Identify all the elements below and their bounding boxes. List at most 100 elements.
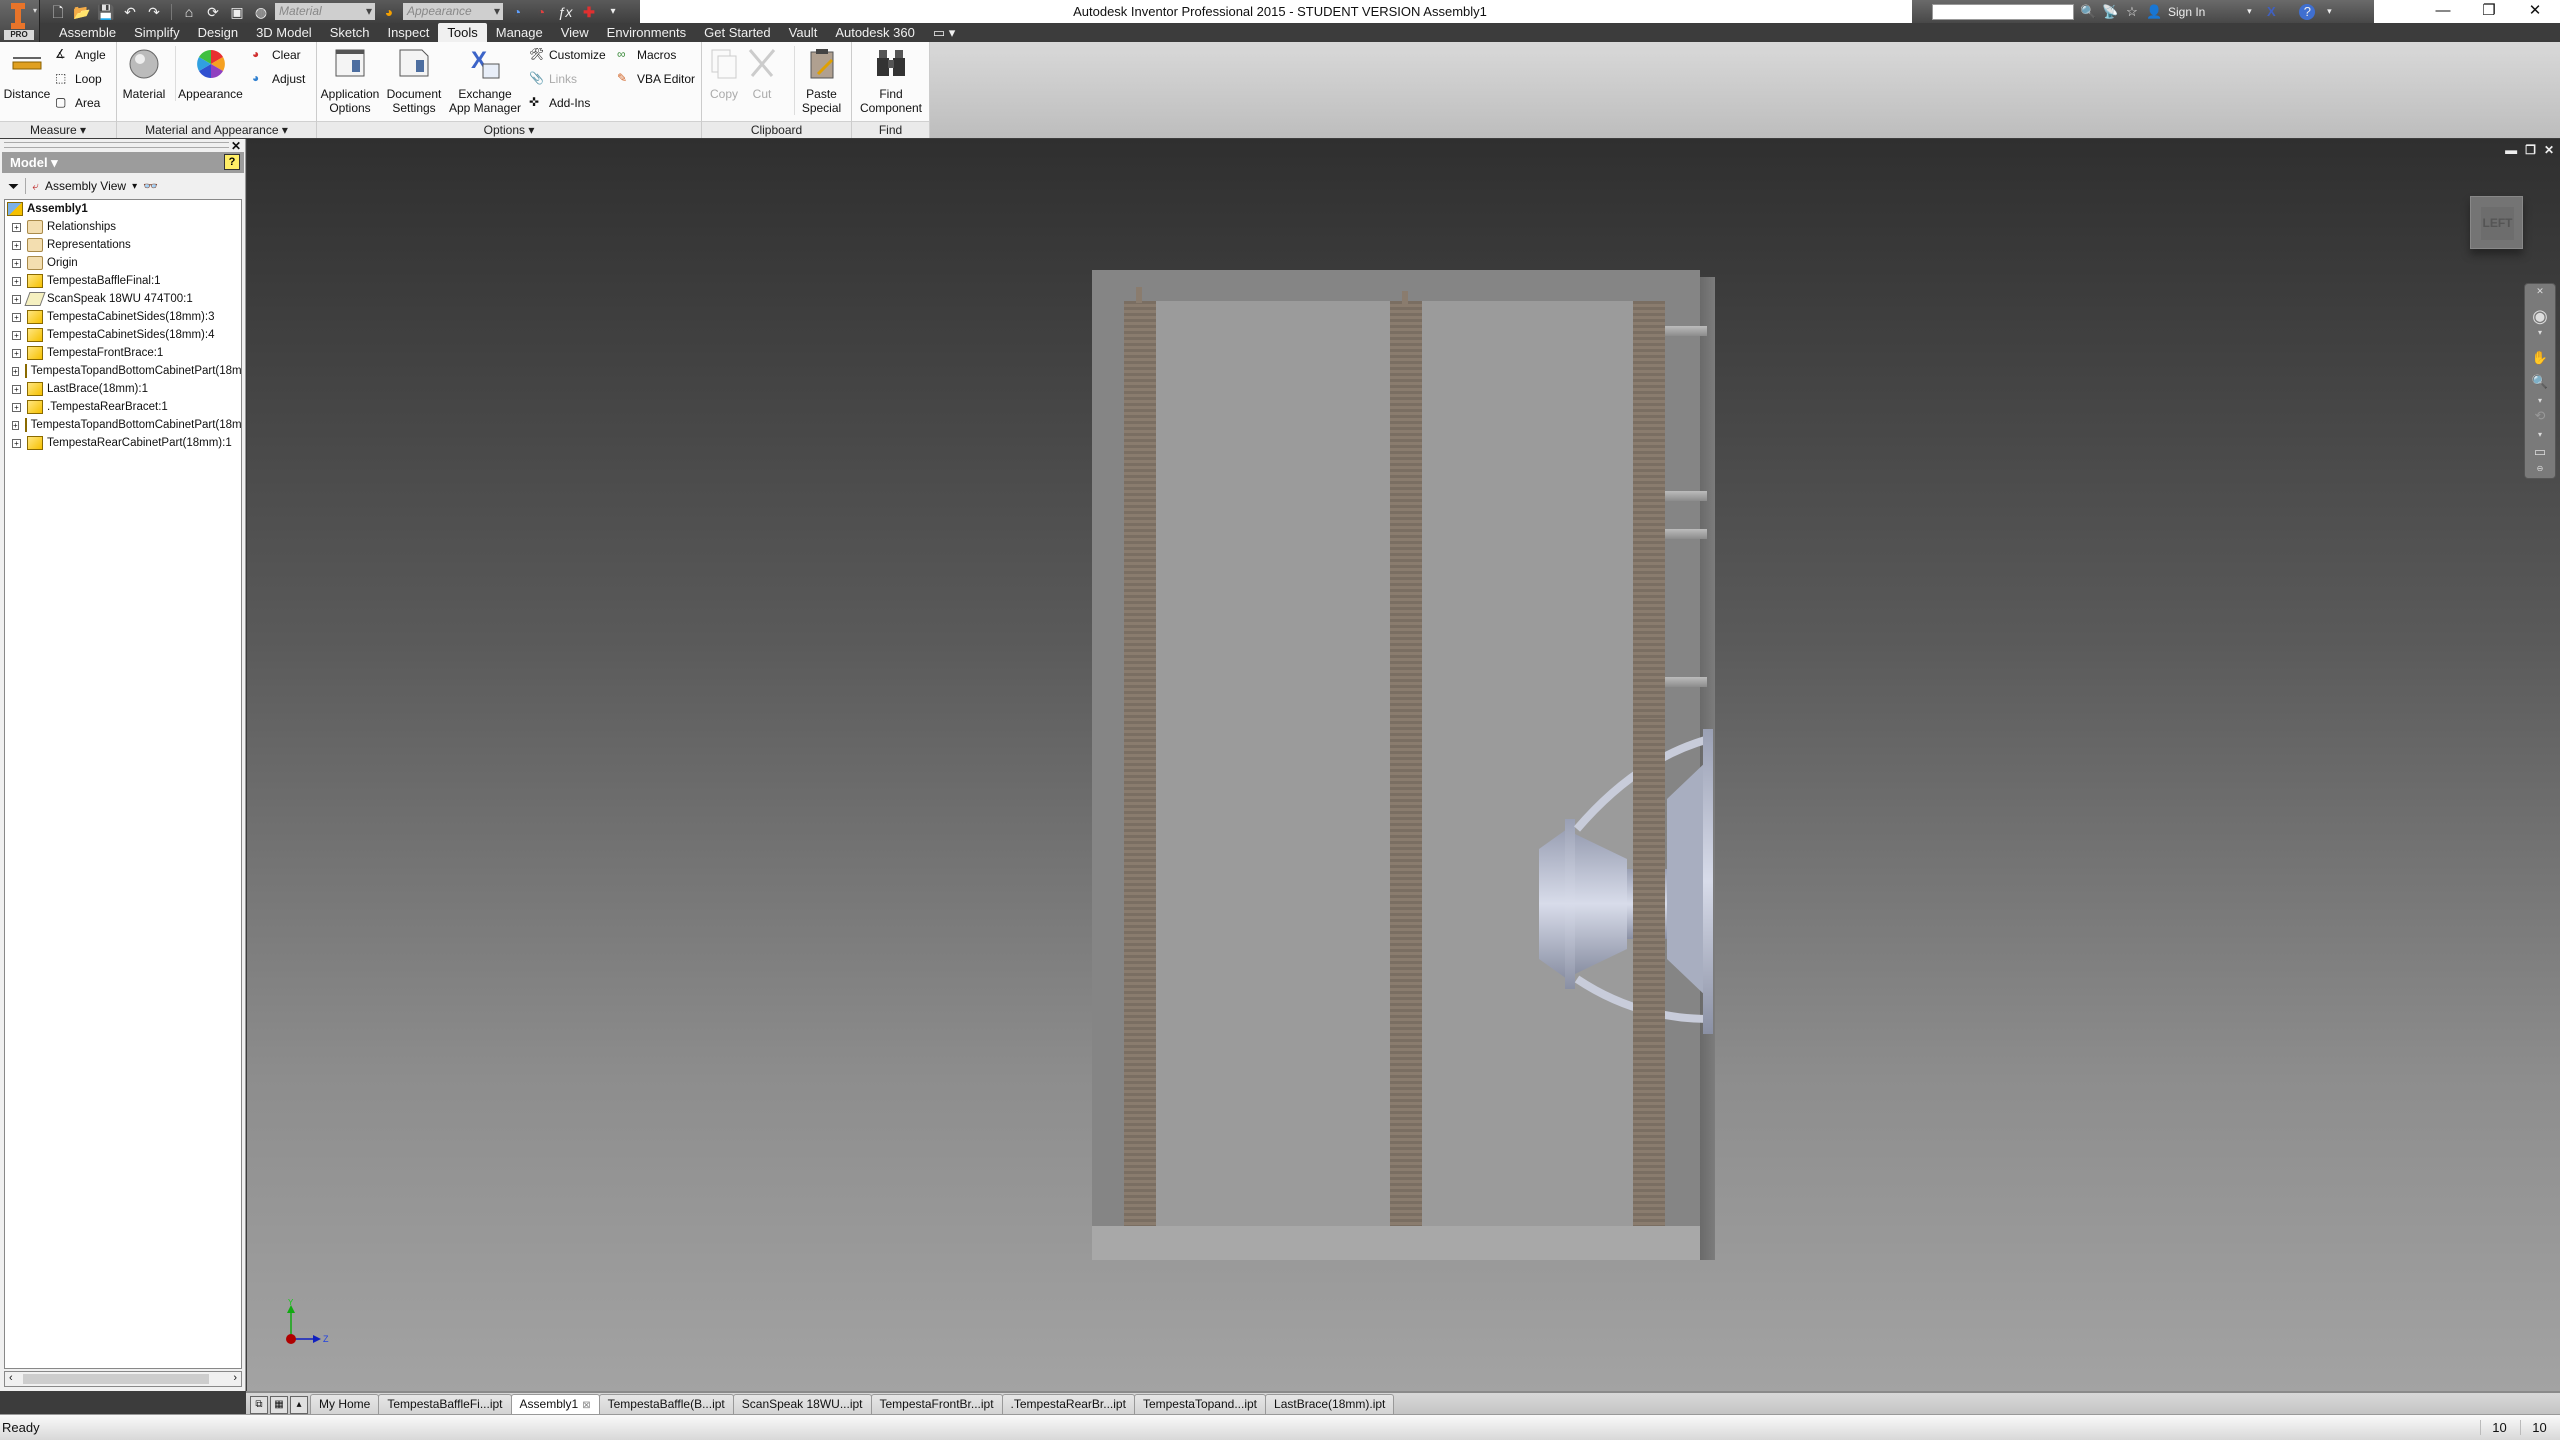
close-tab-icon[interactable]: ⊠ <box>582 1400 590 1411</box>
appearance-combo[interactable]: Appearance <box>403 3 503 20</box>
material-button[interactable]: Material <box>121 46 167 101</box>
minimize-button[interactable]: — <box>2420 0 2466 23</box>
expand-icon[interactable]: + <box>12 294 21 304</box>
adjust-appearance-icon[interactable]: ◔ <box>507 3 527 21</box>
expand-icon[interactable]: + <box>12 438 21 448</box>
ribbon-display-toggle[interactable]: ▭ ▾ <box>924 23 964 42</box>
customize-button[interactable]: 🛠 Customize <box>529 45 606 65</box>
restore-button[interactable]: ❐ <box>2466 0 2512 23</box>
tree-node[interactable]: + TempestaRearCabinetPart(18mm):1 <box>5 434 241 452</box>
tree-node[interactable]: + Relationships <box>5 218 241 236</box>
close-icon[interactable]: ✕ <box>2525 286 2555 297</box>
tree-node[interactable]: + ScanSpeak 18WU 474T00:1 <box>5 290 241 308</box>
brace-middle[interactable] <box>1390 301 1422 1226</box>
adjust-appearance-button[interactable]: ◕ Adjust <box>252 69 305 89</box>
panel-label-options[interactable]: Options ▾ <box>317 121 701 138</box>
clear-appearance-button[interactable]: ◕ Clear <box>252 45 301 65</box>
macros-button[interactable]: ∞ Macros <box>617 45 676 65</box>
tab-3d-model[interactable]: 3D Model <box>247 23 321 42</box>
expand-icon[interactable]: + <box>12 366 19 376</box>
sign-in-link[interactable]: Sign In <box>2168 5 2205 19</box>
help-search-input[interactable] <box>1932 3 2074 20</box>
qat-customize-icon[interactable]: ▾ <box>603 3 623 21</box>
parameters-fx-icon[interactable]: ƒx <box>555 3 575 21</box>
chevron-down-icon[interactable]: ▾ <box>2241 6 2257 17</box>
select-icon[interactable]: ▣ <box>227 3 247 21</box>
customize-navbar-icon[interactable]: ⊖ <box>2525 464 2555 473</box>
binoculars-icon[interactable]: 👓 <box>143 179 158 193</box>
find-component-button[interactable]: Find Component <box>856 46 926 115</box>
assembly-view-selector[interactable]: Assembly View <box>45 179 126 193</box>
doc-tab[interactable]: .TempestaRearBr...ipt <box>1001 1394 1135 1414</box>
home-icon[interactable]: ⌂ <box>179 3 199 21</box>
tree-node[interactable]: + TempestaCabinetSides(18mm):4 <box>5 326 241 344</box>
tab-simplify[interactable]: Simplify <box>125 23 189 42</box>
tab-vault[interactable]: Vault <box>780 23 827 42</box>
subscription-icon[interactable]: 📡 <box>2102 4 2118 20</box>
application-menu-button[interactable]: ▾ PRO <box>0 0 40 42</box>
browser-grip[interactable] <box>4 142 229 148</box>
search-key-icon[interactable]: 🔍 <box>2080 4 2096 20</box>
chevron-down-icon[interactable]: ▾ <box>2525 430 2555 439</box>
expand-icon[interactable]: + <box>12 420 19 430</box>
viewport-minimize-icon[interactable]: ▬ <box>2505 143 2517 157</box>
vba-editor-button[interactable]: ✎ VBA Editor <box>617 69 695 89</box>
angle-button[interactable]: ∡ Angle <box>55 45 106 65</box>
redo-icon[interactable]: ↷ <box>144 3 164 21</box>
tree-node-assembly1[interactable]: Assembly1 <box>5 200 241 218</box>
viewport-close-icon[interactable]: ✕ <box>2544 143 2554 157</box>
copy-button[interactable]: Copy <box>706 46 742 101</box>
viewcube[interactable]: LEFT <box>2470 196 2523 249</box>
area-button[interactable]: ▢ Area <box>55 93 100 113</box>
tree-node[interactable]: + TempestaTopandBottomCabinetPart(18m <box>5 416 241 434</box>
tree-node[interactable]: + TempestaFrontBrace:1 <box>5 344 241 362</box>
doc-tab[interactable]: ScanSpeak 18WU...ipt <box>732 1394 872 1414</box>
viewport-restore-icon[interactable]: ❐ <box>2525 143 2536 157</box>
filter-icon[interactable]: ⏷ <box>8 178 19 195</box>
document-settings-button[interactable]: Document Settings <box>383 46 445 115</box>
expand-icon[interactable]: + <box>12 240 21 250</box>
doc-tab[interactable]: LastBrace(18mm).ipt <box>1265 1394 1395 1414</box>
brace-rear[interactable] <box>1124 301 1156 1226</box>
doc-tab-assembly1[interactable]: Assembly1 ⊠ <box>510 1394 600 1414</box>
exchange-x-icon[interactable]: X <box>2263 4 2279 19</box>
tab-tools[interactable]: Tools <box>438 23 487 42</box>
help-icon[interactable]: ? <box>2299 3 2316 20</box>
chevron-down-icon[interactable]: ▾ <box>2525 396 2555 405</box>
paste-special-button[interactable]: Paste Special <box>794 46 848 115</box>
chevron-down-icon[interactable]: ▾ <box>2525 328 2555 337</box>
tile-windows-icon[interactable]: ▦ <box>270 1396 288 1414</box>
new-icon[interactable]: 🗋 <box>48 3 68 21</box>
loop-button[interactable]: ⬚ Loop <box>55 69 102 89</box>
tab-sketch[interactable]: Sketch <box>321 23 379 42</box>
tree-node[interactable]: + LastBrace(18mm):1 <box>5 380 241 398</box>
scroll-left-icon[interactable]: ‹ <box>9 1372 13 1384</box>
doc-tab[interactable]: TempestaBaffle(B...ipt <box>598 1394 734 1414</box>
expand-icon[interactable]: + <box>12 348 21 358</box>
tree-node[interactable]: + Origin <box>5 254 241 272</box>
tab-get-started[interactable]: Get Started <box>695 23 779 42</box>
orbit-icon[interactable]: ⟲ <box>2525 408 2555 424</box>
doc-tab-my-home[interactable]: My Home <box>310 1394 380 1414</box>
browser-horizontal-scrollbar[interactable]: ‹ › <box>4 1371 242 1387</box>
save-icon[interactable]: 💾 <box>96 3 116 21</box>
doc-tab[interactable]: TempestaFrontBr...ipt <box>870 1394 1003 1414</box>
links-button[interactable]: 📎 Links <box>529 69 577 89</box>
tab-environments[interactable]: Environments <box>598 23 695 42</box>
favorites-star-icon[interactable]: ☆ <box>2124 4 2140 20</box>
open-icon[interactable]: 📂 <box>72 3 92 21</box>
help-icon[interactable]: ? <box>224 154 240 170</box>
undo-icon[interactable]: ↶ <box>120 3 140 21</box>
expand-icon[interactable]: + <box>12 384 21 394</box>
tab-list-icon[interactable]: ▴ <box>290 1396 308 1414</box>
add-ins-button[interactable]: ✜ Add-Ins <box>529 93 590 113</box>
tree-node[interactable]: + TempestaBaffleFinal:1 <box>5 272 241 290</box>
tab-assemble[interactable]: Assemble <box>50 23 125 42</box>
browser-header[interactable]: Model ▾ ? <box>2 152 244 173</box>
appearance-button[interactable]: Appearance <box>175 46 245 101</box>
chevron-down-icon[interactable]: ▾ <box>132 181 137 192</box>
doc-tab[interactable]: TempestaBaffleFi...ipt <box>378 1394 512 1414</box>
close-icon[interactable]: ✕ <box>231 139 241 153</box>
expand-icon[interactable]: + <box>12 222 21 232</box>
scroll-right-icon[interactable]: › <box>233 1372 237 1384</box>
